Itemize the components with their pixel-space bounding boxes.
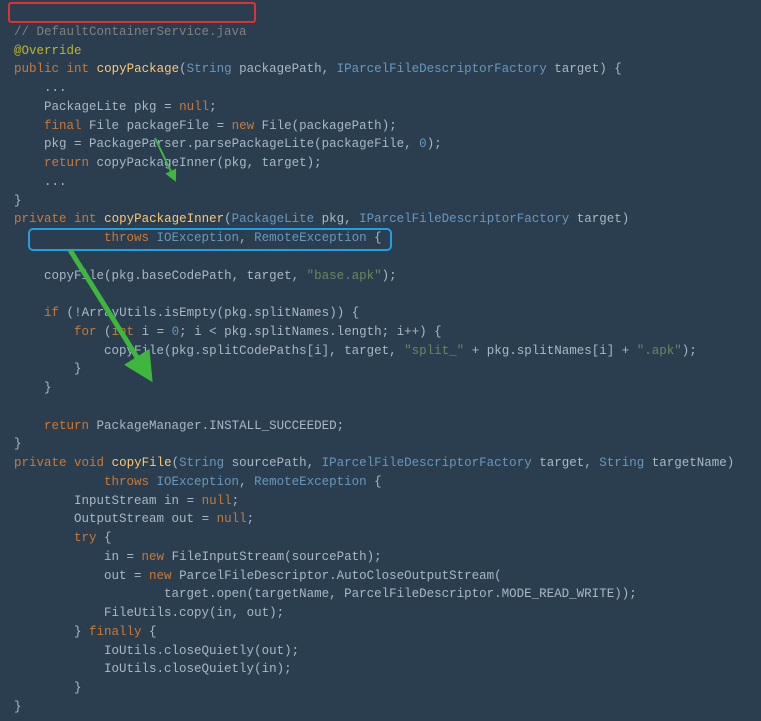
type-outputstream: OutputStream xyxy=(74,512,164,526)
kw-private: private xyxy=(14,212,67,226)
const-mode-rw: MODE_READ_WRITE xyxy=(502,587,615,601)
type-packagelite: PackageLite xyxy=(44,100,127,114)
ctor-file: File xyxy=(262,119,292,133)
type-ioexception: IOException xyxy=(157,231,240,245)
file-comment: // DefaultContainerService.java xyxy=(14,25,247,39)
kw-for: for xyxy=(74,325,97,339)
method-copyFile: copyFile xyxy=(112,456,172,470)
override-annotation: @Override xyxy=(14,44,82,58)
type-file: File xyxy=(89,119,119,133)
method-copyPackage: copyPackage xyxy=(97,62,180,76)
type-remoteexception: RemoteException xyxy=(254,231,367,245)
highlighted-copyfile-call: copyFile(pkg.baseCodePath, target, "base… xyxy=(44,267,397,286)
kw-return: return xyxy=(44,419,89,433)
kw-private: private xyxy=(14,456,67,470)
kw-throws: throws xyxy=(104,231,149,245)
param-target: target xyxy=(554,62,599,76)
type-inputstream: InputStream xyxy=(74,494,157,508)
string-apk: ".apk" xyxy=(637,344,682,358)
call-copy: copy xyxy=(179,606,209,620)
string-base-apk: "base.apk" xyxy=(307,269,382,283)
call-open: open xyxy=(217,587,247,601)
kw-if: if xyxy=(44,306,59,320)
call-isEmpty: isEmpty xyxy=(164,306,217,320)
kw-null: null xyxy=(179,100,209,114)
kw-int: int xyxy=(67,62,90,76)
kw-throws: throws xyxy=(104,475,149,489)
literal-zero: 0 xyxy=(419,137,427,151)
code-block: // DefaultContainerService.java @Overrid… xyxy=(0,0,761,721)
kw-int: int xyxy=(112,325,135,339)
cls-arrayutils: ArrayUtils xyxy=(82,306,157,320)
var-in: in xyxy=(164,494,179,508)
const-install-succeeded: INSTALL_SUCCEEDED xyxy=(209,419,337,433)
ellipsis: ... xyxy=(44,175,67,189)
ctor-fileinputstream: FileInputStream xyxy=(172,550,285,564)
ellipsis: ... xyxy=(44,81,67,95)
field-splitCodePaths: splitCodePaths xyxy=(202,344,307,358)
cls-ioutils: IoUtils xyxy=(104,644,157,658)
var-pkg: pkg xyxy=(134,100,157,114)
kw-int: int xyxy=(74,212,97,226)
type-factory: IParcelFileDescriptorFactory xyxy=(337,62,547,76)
kw-return: return xyxy=(44,156,89,170)
var-packageFile: packageFile xyxy=(127,119,210,133)
cls-packageparser: PackageParser xyxy=(89,137,187,151)
cls-parcelfd: ParcelFileDescriptor xyxy=(179,569,329,583)
call-copyPackageInner: copyPackageInner xyxy=(97,156,217,170)
call-copyFile: copyFile xyxy=(44,269,104,283)
kw-finally: finally xyxy=(89,625,142,639)
string-split: "split_" xyxy=(404,344,464,358)
var-out: out xyxy=(172,512,195,526)
param-packagePath: packagePath xyxy=(239,62,322,76)
call-parsePackageLite: parsePackageLite xyxy=(194,137,314,151)
method-copyPackageInner: copyPackageInner xyxy=(104,212,224,226)
cls-packagemanager: PackageManager xyxy=(97,419,202,433)
call-copyFile: copyFile xyxy=(104,344,164,358)
kw-void: void xyxy=(74,456,104,470)
brace: ) { xyxy=(599,62,622,76)
cls-autocloseoutputstream: AutoCloseOutputStream xyxy=(337,569,495,583)
kw-final: final xyxy=(44,119,82,133)
field-splitNames: splitNames xyxy=(254,306,329,320)
kw-try: try xyxy=(74,531,97,545)
type-string: String xyxy=(187,62,232,76)
kw-public: public xyxy=(14,62,59,76)
call-closeQuietly: closeQuietly xyxy=(164,644,254,658)
kw-new: new xyxy=(232,119,255,133)
field-baseCodePath: baseCodePath xyxy=(142,269,232,283)
cls-fileutils: FileUtils xyxy=(104,606,172,620)
